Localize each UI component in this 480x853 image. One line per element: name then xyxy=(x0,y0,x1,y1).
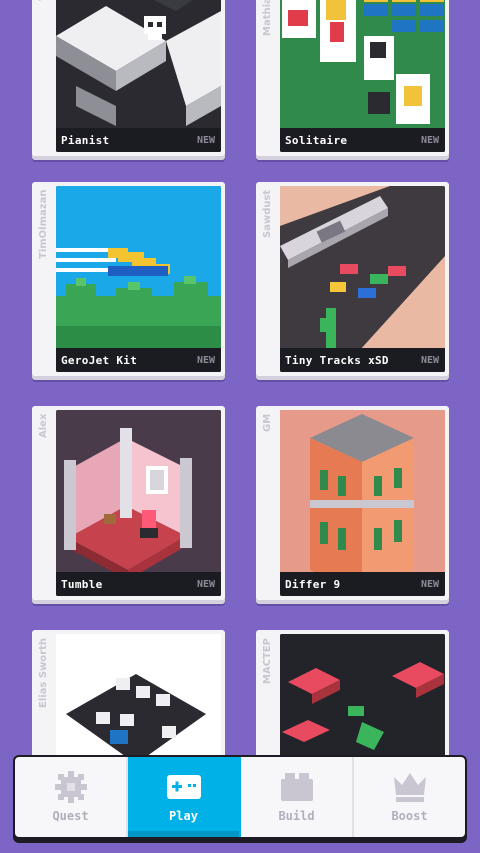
card-title: Pianist xyxy=(61,133,110,147)
card-caption: Tumble NEW xyxy=(56,572,221,596)
card-author: Vichu xyxy=(38,0,52,110)
card-caption: GeroJet Kit NEW xyxy=(56,348,221,372)
crown-icon xyxy=(393,773,426,802)
game-thumbnail[interactable]: Solitaire NEW xyxy=(280,0,445,152)
gamepad-icon xyxy=(166,775,201,799)
card-title: GeroJet Kit xyxy=(61,353,138,367)
new-badge: NEW xyxy=(420,354,439,366)
card-author: GM xyxy=(262,414,273,433)
tab-label: Boost xyxy=(391,809,428,823)
game-card-tiny-tracks[interactable]: Sawdust Tiny Tracks xSD NEW xyxy=(256,182,449,376)
card-author: Alex xyxy=(38,414,49,439)
game-thumbnail[interactable]: Differ 9 NEW xyxy=(280,410,445,596)
card-author: Mathias Eig xyxy=(262,0,273,36)
gear-icon xyxy=(54,771,87,803)
new-badge: NEW xyxy=(420,134,439,146)
card-author: TimOlmazan xyxy=(38,190,49,260)
tab-play[interactable]: Play xyxy=(128,757,241,837)
card-title: Differ 9 xyxy=(285,577,341,591)
card-author: Sawdust xyxy=(262,190,273,239)
tab-build[interactable]: Build xyxy=(241,757,354,837)
tab-boost[interactable]: Boost xyxy=(354,757,465,837)
game-thumbnail[interactable]: Pianist NEW xyxy=(56,0,221,152)
game-thumbnail[interactable]: Tumble NEW xyxy=(56,410,221,596)
game-card-gerojet-kit[interactable]: TimOlmazan GeroJet Kit NEW xyxy=(32,182,225,376)
card-caption: Tiny Tracks xSD NEW xyxy=(280,348,445,372)
card-title: Solitaire xyxy=(285,133,348,147)
game-card-tumble[interactable]: Alex Tumble NEW xyxy=(32,406,225,600)
game-grid: Vichu Pianist NEW xyxy=(0,0,480,853)
new-badge: NEW xyxy=(420,578,439,590)
card-caption: Solitaire NEW xyxy=(280,128,445,152)
tab-quest[interactable]: Quest xyxy=(15,757,128,837)
card-caption: Pianist NEW xyxy=(56,128,221,152)
game-thumbnail[interactable]: GeroJet Kit NEW xyxy=(56,186,221,372)
new-badge: NEW xyxy=(196,578,215,590)
card-title: Tumble xyxy=(61,577,103,591)
bottom-tab-bar: Quest Play Build Boost xyxy=(13,755,467,839)
card-title: Tiny Tracks xSD xyxy=(285,353,389,367)
tab-label: Quest xyxy=(52,809,89,823)
game-card-differ-9[interactable]: GM Differ 9 NEW xyxy=(256,406,449,600)
tab-label: Play xyxy=(169,809,198,823)
new-badge: NEW xyxy=(196,134,215,146)
tab-label: Build xyxy=(278,809,315,823)
game-card-pianist[interactable]: Vichu Pianist NEW xyxy=(32,0,225,156)
new-badge: NEW xyxy=(196,354,215,366)
brick-icon xyxy=(280,773,313,801)
card-caption: Differ 9 NEW xyxy=(280,572,445,596)
game-card-solitaire[interactable]: Mathias Eig Solitaire NEW xyxy=(256,0,449,156)
game-thumbnail[interactable]: Tiny Tracks xSD NEW xyxy=(280,186,445,372)
